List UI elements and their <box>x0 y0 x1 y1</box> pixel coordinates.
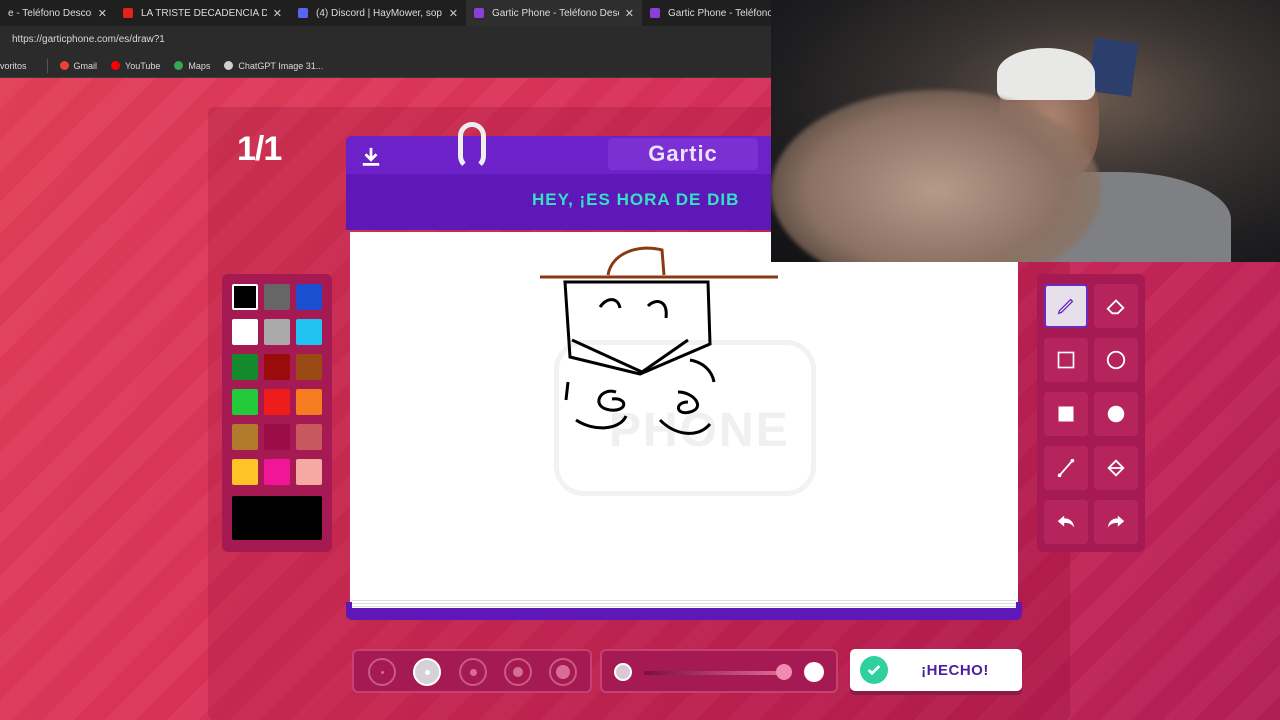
opacity-handle[interactable] <box>776 664 792 680</box>
prompt-text: HEY, ¡ES HORA DE DIB <box>532 190 740 209</box>
discord-favicon-icon <box>298 8 308 18</box>
close-tab-icon[interactable]: ✕ <box>273 7 282 20</box>
notebook-ring-icon <box>458 122 486 170</box>
redo-icon <box>1107 515 1125 528</box>
done-button[interactable]: ¡HECHO! <box>850 649 1022 691</box>
notebook-pages-edge <box>352 600 1016 608</box>
bookmark-favorites[interactable]: voritos <box>0 61 27 71</box>
color-swatch[interactable] <box>264 424 290 450</box>
brush-size-5[interactable] <box>549 658 577 686</box>
pencil-tool-button[interactable] <box>1044 284 1088 328</box>
pencil-icon <box>1057 298 1074 315</box>
tab-title: (4) Discord | HayMower, sop <box>316 7 442 19</box>
color-swatch[interactable] <box>296 354 322 380</box>
gmail-icon <box>59 61 69 70</box>
redo-button[interactable] <box>1094 500 1138 544</box>
current-color-preview <box>232 496 322 540</box>
color-swatch[interactable] <box>232 459 258 485</box>
circle-fill-icon <box>1107 405 1125 423</box>
opacity-slider[interactable] <box>600 649 838 693</box>
brush-size-3[interactable] <box>459 658 487 686</box>
color-swatch[interactable] <box>232 354 258 380</box>
checkmark-icon <box>860 656 888 684</box>
bookmark-label: YouTube <box>125 60 161 71</box>
browser-tab[interactable]: LA TRISTE DECADENCIA DE KICK ✕ <box>115 0 290 26</box>
bookmark-gmail[interactable]: Gmail <box>59 60 98 71</box>
color-swatch[interactable] <box>296 459 322 485</box>
rectangle-fill-tool-button[interactable] <box>1044 392 1088 436</box>
brush-size-2[interactable] <box>413 658 441 686</box>
bookmark-chatgpt-image[interactable]: ChatGPT Image 31... <box>224 61 323 71</box>
circle-outline-tool-button[interactable] <box>1094 338 1138 382</box>
youtube-favicon-icon <box>123 8 133 18</box>
browser-tab[interactable]: (4) Discord | HayMower, sop ✕ <box>290 0 466 26</box>
done-label: ¡HECHO! <box>921 661 989 679</box>
opacity-track[interactable] <box>644 671 784 675</box>
rectangle-outline-icon <box>1057 351 1075 369</box>
rectangle-fill-icon <box>1058 406 1074 422</box>
color-swatch[interactable] <box>296 319 322 345</box>
browser-tab[interactable]: e - Teléfono Descomp ✕ <box>0 0 115 26</box>
bookmark-label: Gmail <box>73 60 98 71</box>
eraser-icon <box>1106 299 1125 315</box>
color-swatch[interactable] <box>264 459 290 485</box>
youtube-icon <box>111 61 121 70</box>
color-swatch[interactable] <box>232 284 258 310</box>
bookmark-separator <box>46 58 48 73</box>
tab-title: Gartic Phone - Teléfono De <box>668 7 774 19</box>
color-swatch[interactable] <box>232 389 258 415</box>
tab-title: LA TRISTE DECADENCIA DE KICK <box>141 7 267 19</box>
gartic-favicon-icon <box>650 8 660 18</box>
undo-icon <box>1057 515 1075 528</box>
color-swatch[interactable] <box>232 424 258 450</box>
tab-title: e - Teléfono Descomp <box>8 7 92 19</box>
close-tab-icon[interactable]: ✕ <box>98 7 107 20</box>
tool-panel <box>1037 274 1145 552</box>
close-tab-icon[interactable]: ✕ <box>449 7 458 20</box>
brush-size-1[interactable] <box>368 658 396 686</box>
gartic-favicon-icon <box>474 8 484 18</box>
rectangle-outline-tool-button[interactable] <box>1044 338 1088 382</box>
color-swatch[interactable] <box>296 424 322 450</box>
gartic-logo: Gartic <box>608 138 758 170</box>
opacity-max-icon <box>804 662 824 682</box>
webcam-overlay <box>771 0 1280 262</box>
round-counter: 1/1 <box>237 130 282 168</box>
bookmark-label: voritos <box>0 60 27 71</box>
opacity-min-icon <box>614 663 632 681</box>
drawing-canvas[interactable]: PHONE <box>350 232 1018 604</box>
fill-bucket-icon <box>1107 459 1125 477</box>
download-icon[interactable] <box>360 146 382 168</box>
color-swatch[interactable] <box>264 284 290 310</box>
circle-outline-icon <box>1106 350 1126 370</box>
url-text[interactable]: https://garticphone.com/es/draw?1 <box>12 34 165 45</box>
drawing-strokes <box>540 246 778 435</box>
bookmark-label: ChatGPT Image 31... <box>238 60 324 71</box>
bookmark-label: Maps <box>188 60 211 71</box>
circle-fill-tool-button[interactable] <box>1094 392 1138 436</box>
color-swatch[interactable] <box>296 284 322 310</box>
color-swatch[interactable] <box>296 389 322 415</box>
color-swatch[interactable] <box>232 319 258 345</box>
browser-tab[interactable]: Gartic Phone - Teléfono De <box>642 0 782 26</box>
brush-size-selector <box>352 649 592 693</box>
browser-tab-active[interactable]: Gartic Phone - Teléfono Descomp ✕ <box>466 0 642 26</box>
fill-bucket-tool-button[interactable] <box>1094 446 1138 490</box>
color-palette <box>222 274 332 552</box>
brush-size-4[interactable] <box>504 658 532 686</box>
person-cap <box>997 48 1095 100</box>
tab-title: Gartic Phone - Teléfono Descomp <box>492 7 619 19</box>
maps-icon <box>174 61 184 70</box>
bookmark-youtube[interactable]: YouTube <box>111 61 160 71</box>
close-tab-icon[interactable]: ✕ <box>625 7 634 20</box>
line-tool-button[interactable] <box>1044 446 1088 490</box>
line-icon <box>1057 458 1075 478</box>
eraser-tool-button[interactable] <box>1094 284 1138 328</box>
color-swatch[interactable] <box>264 389 290 415</box>
bookmark-maps[interactable]: Maps <box>174 61 210 71</box>
color-swatch[interactable] <box>264 354 290 380</box>
color-swatch[interactable] <box>264 319 290 345</box>
undo-button[interactable] <box>1044 500 1088 544</box>
globe-icon <box>224 61 234 70</box>
